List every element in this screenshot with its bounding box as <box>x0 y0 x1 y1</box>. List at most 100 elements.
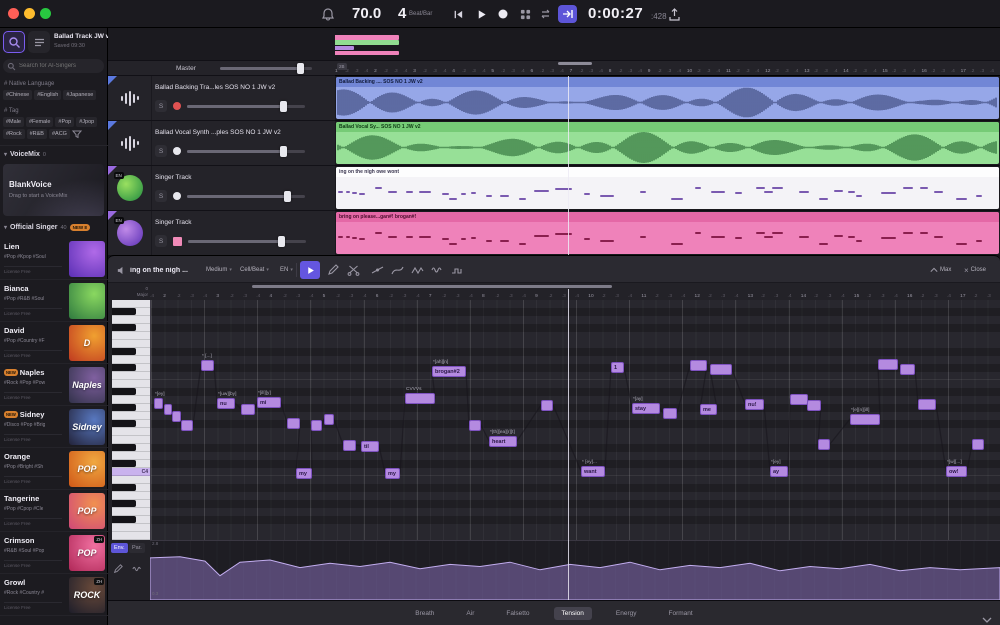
piano-key[interactable] <box>112 372 150 380</box>
library-search-tool-button[interactable] <box>3 31 25 53</box>
midi-note[interactable]: me <box>700 404 717 415</box>
piano-key[interactable] <box>112 452 150 460</box>
tag-chip[interactable]: #Female <box>26 117 53 127</box>
midi-note[interactable] <box>343 440 356 451</box>
midi-note[interactable]: CVVVs <box>405 393 435 404</box>
midi-note[interactable] <box>878 359 898 370</box>
midi-note[interactable]: *[e][n][ill] <box>850 414 880 425</box>
midi-note[interactable]: nu! <box>745 399 764 410</box>
tag-chip[interactable]: #Pop <box>55 117 74 127</box>
parameter-mode-button[interactable]: Par. <box>129 543 145 553</box>
piano-key[interactable] <box>112 524 150 532</box>
piano-key[interactable] <box>112 356 150 364</box>
singer-search-box[interactable] <box>3 59 104 73</box>
clip[interactable]: bring on please...gan#! brogan#! <box>336 212 999 254</box>
singer-item[interactable]: NEWNaples#Rock #Pop #PowLicense FreeNapl… <box>0 364 108 406</box>
piano-key[interactable] <box>112 516 150 524</box>
piano-key[interactable] <box>112 324 150 332</box>
piano-key[interactable] <box>112 476 150 484</box>
skip-back-button[interactable] <box>450 6 466 22</box>
piano-key[interactable] <box>112 420 150 428</box>
midi-note[interactable]: mi*[ill][y] <box>257 397 281 408</box>
piano-key[interactable] <box>112 412 150 420</box>
midi-note[interactable]: brogan#2*[ah][n] <box>432 366 466 377</box>
singer-item[interactable]: David#Pop #Country #FLicense FreeD <box>0 322 108 364</box>
zoom-window-button[interactable] <box>40 8 51 19</box>
steps-tool-icon[interactable] <box>450 263 464 277</box>
midi-note[interactable] <box>324 414 334 425</box>
volume-slider[interactable] <box>187 150 305 153</box>
midi-note[interactable]: til <box>361 441 379 452</box>
clip[interactable]: ing on the nigh owe wont <box>336 167 999 209</box>
piano-key[interactable] <box>112 364 150 372</box>
meter-display[interactable]: 4 <box>398 5 406 22</box>
midi-note[interactable]: ay*[ey] <box>770 466 788 477</box>
singer-item[interactable]: NEWSidney#Disco #Pop #BrigLicense FreeSi… <box>0 406 108 448</box>
piano-key[interactable] <box>112 436 150 444</box>
piano-roll-ruler[interactable]: .42.2.3.43.2.3.44.2.3.45.2.3.46.2.3.47.2… <box>150 289 1000 300</box>
volume-slider[interactable] <box>188 240 306 243</box>
midi-note[interactable] <box>818 439 830 450</box>
search-input[interactable] <box>19 63 99 69</box>
arm-indicator[interactable] <box>173 192 181 200</box>
note-grid[interactable]: *[ey]* [...]nu*[uw][by]mi*[ill][y]mytilm… <box>150 300 1000 540</box>
midi-note[interactable]: * [...] <box>201 360 214 371</box>
singer-item[interactable]: Crimson#R&B #Soul #PopLicense FreePOPZH <box>0 532 108 574</box>
filter-icon[interactable] <box>72 130 82 139</box>
piano-key[interactable] <box>112 444 150 452</box>
voicemix-section-header[interactable]: ▾ VoiceMix 0 <box>4 151 46 158</box>
parameter-curve-area[interactable] <box>150 540 1000 600</box>
envelope-mode-button[interactable]: Env. <box>111 543 128 553</box>
midi-note[interactable]: ow!*[w][...] <box>946 466 967 477</box>
midi-note[interactable] <box>918 399 936 410</box>
piano-key[interactable]: C4 <box>112 468 150 476</box>
param-tab-tension[interactable]: Tension <box>554 607 592 620</box>
piano-key[interactable] <box>112 396 150 404</box>
piano-key[interactable] <box>112 532 150 540</box>
maximize-editor-button[interactable]: Max <box>930 256 951 284</box>
editor-scrollbar-thumb[interactable] <box>252 285 612 288</box>
param-tab-formant[interactable]: Formant <box>661 607 701 620</box>
midi-note[interactable]: *[ey] <box>154 398 163 409</box>
language-tag-chip[interactable]: #English <box>34 90 61 100</box>
param-pencil-icon[interactable] <box>111 562 125 576</box>
blankvoice-card[interactable]: BlankVoice Drag to start a VoiceMix <box>3 164 104 216</box>
midi-note[interactable]: my <box>385 468 400 479</box>
midi-note[interactable] <box>164 404 172 415</box>
volume-slider[interactable] <box>187 195 305 198</box>
singer-item[interactable]: Bianca#Pop #R&B #SoulLicense Free <box>0 280 108 322</box>
midi-note[interactable] <box>181 420 193 431</box>
bpm-display[interactable]: 70.0 <box>352 5 381 22</box>
arm-indicator[interactable] <box>173 102 181 110</box>
timeline-scrollbar-thumb[interactable] <box>558 62 592 65</box>
solo-button[interactable]: S <box>155 145 167 157</box>
minimize-window-button[interactable] <box>24 8 35 19</box>
singer-item[interactable]: Orange#Pop #Bright #ShLicense FreePOP <box>0 448 108 490</box>
collapse-panel-icon[interactable] <box>982 610 992 625</box>
solo-button[interactable]: S <box>155 100 167 112</box>
official-singer-section-header[interactable]: ▾ Official Singer 40 NEW 8 <box>4 224 90 231</box>
piano-key[interactable] <box>112 380 150 388</box>
singer-item[interactable]: Growl#Rock #Country #License FreeROCKZH <box>0 574 108 616</box>
midi-note[interactable] <box>690 360 707 371</box>
midi-note[interactable] <box>710 364 732 375</box>
midi-note[interactable]: heart*[th][ea][r][t] <box>489 436 517 447</box>
piano-key[interactable] <box>112 500 150 508</box>
piano-key[interactable] <box>112 508 150 516</box>
piano-key[interactable] <box>112 340 150 348</box>
language-tag-chip[interactable]: #Chinese <box>3 90 32 100</box>
tag-chip[interactable]: #Jpop <box>76 117 97 127</box>
metronome-grid-icon[interactable] <box>517 6 533 22</box>
midi-note[interactable] <box>900 364 915 375</box>
record-button[interactable] <box>495 6 511 22</box>
piano-key[interactable] <box>112 428 150 436</box>
param-tab-air[interactable]: Air <box>458 607 482 620</box>
clip-mute-speaker-icon[interactable] <box>116 256 127 284</box>
tag-chip[interactable]: #Rock <box>3 129 25 139</box>
export-icon[interactable] <box>666 6 682 22</box>
midi-note[interactable] <box>807 400 821 411</box>
track-header-row[interactable]: Ballad Vocal Synth ...ples SOS NO 1 JW v… <box>108 121 335 166</box>
piano-key[interactable] <box>112 300 150 308</box>
wave-tool-icon[interactable] <box>430 263 444 277</box>
pencil-tool-icon[interactable] <box>326 263 340 277</box>
